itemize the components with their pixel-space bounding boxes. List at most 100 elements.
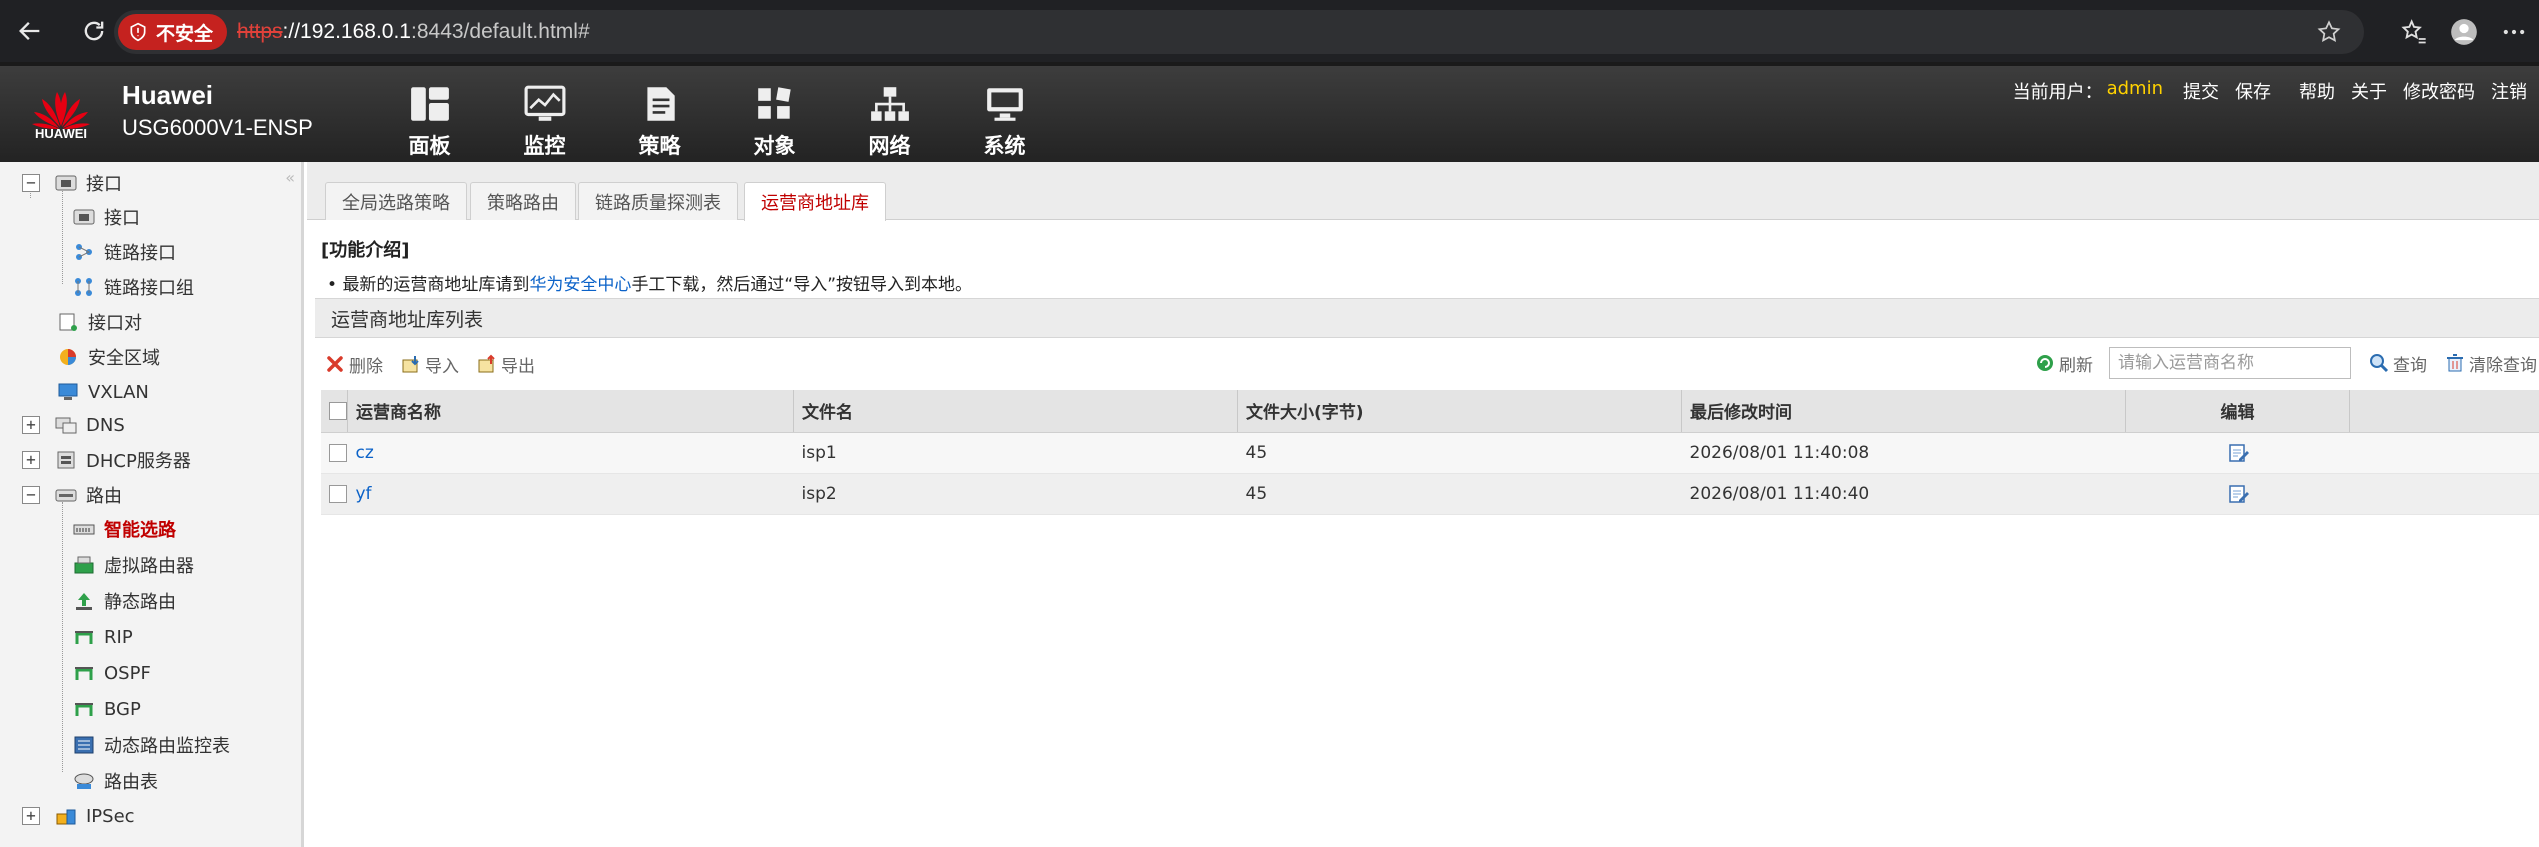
insecure-label: 不安全 bbox=[156, 22, 214, 45]
isp-name-link[interactable]: cz bbox=[356, 443, 374, 463]
back-button[interactable] bbox=[10, 11, 50, 51]
logo-text: HUAWEI bbox=[35, 126, 87, 141]
sidebar-item-route-table[interactable]: 路由表 bbox=[72, 764, 158, 798]
sidebar-item-label: 静态路由 bbox=[104, 592, 176, 613]
sidebar-item-bgp[interactable]: BGP bbox=[72, 692, 141, 726]
bookmark-star-icon[interactable] bbox=[2316, 19, 2342, 45]
url-host: ://192.168.0.1 bbox=[282, 20, 411, 43]
tab-isp-address-library[interactable]: 运营商地址库 bbox=[744, 182, 886, 221]
column-edit: 编辑 bbox=[2125, 390, 2350, 433]
nav-network[interactable]: 网络 bbox=[832, 84, 947, 160]
refresh-button[interactable]: 刷新 bbox=[2035, 351, 2093, 376]
table-header-row: 运营商名称 文件名 文件大小(字节) 最后修改时间 编辑 bbox=[321, 390, 2539, 433]
column-last-modified[interactable]: 最后修改时间 bbox=[1681, 390, 2126, 433]
isp-name-link[interactable]: yf bbox=[356, 484, 372, 504]
url-text[interactable]: https://192.168.0.1:8443/default.html# bbox=[237, 20, 590, 44]
column-file-name[interactable]: 文件名 bbox=[793, 390, 1238, 433]
url-scheme: https bbox=[237, 20, 283, 43]
select-all-checkbox[interactable] bbox=[329, 401, 347, 420]
sidebar-item-route-group[interactable]: − 路由 bbox=[22, 478, 122, 512]
reload-icon bbox=[84, 21, 104, 41]
huawei-security-center-link[interactable]: 华为安全中心 bbox=[529, 275, 631, 295]
sidebar-item-ospf[interactable]: OSPF bbox=[72, 656, 151, 690]
rip-icon bbox=[72, 626, 96, 648]
sidebar-item-static-route[interactable]: 静态路由 bbox=[72, 584, 176, 618]
change-password-link[interactable]: 修改密码 bbox=[2403, 78, 2475, 104]
nav-monitor[interactable]: 监控 bbox=[487, 84, 602, 160]
isp-address-table: 运营商名称 文件名 文件大小(字节) 最后修改时间 编辑 cz isp1 45 … bbox=[321, 390, 2539, 515]
sidebar-item-interface-group[interactable]: − 接口 bbox=[22, 166, 122, 200]
clear-query-button[interactable]: 清除查询 bbox=[2445, 351, 2537, 376]
save-link[interactable]: 保存 bbox=[2235, 78, 2271, 104]
edit-icon[interactable] bbox=[2227, 443, 2249, 463]
dashboard-icon bbox=[410, 87, 449, 121]
table-row[interactable]: yf isp2 45 2026/08/01 11:40:40 bbox=[321, 473, 2539, 515]
help-link[interactable]: 帮助 bbox=[2299, 78, 2335, 104]
row-select-cell bbox=[321, 432, 348, 474]
sidebar-item-virtual-router[interactable]: 虚拟路由器 bbox=[72, 548, 194, 582]
tab-policy-route[interactable]: 策略路由 bbox=[470, 182, 576, 220]
main-content: 全局选路策略 策略路由 链路质量探测表 运营商地址库 [功能介绍] • 最新的运… bbox=[307, 162, 2539, 847]
sidebar-item-rip[interactable]: RIP bbox=[72, 620, 133, 654]
nav-policy[interactable]: 策略 bbox=[602, 84, 717, 160]
file-size-cell: 45 bbox=[1237, 432, 1682, 474]
sidebar-item-label: 虚拟路由器 bbox=[104, 556, 194, 577]
delete-button[interactable]: 删除 bbox=[325, 352, 383, 377]
sidebar-item-label: DHCP服务器 bbox=[86, 451, 191, 472]
brand-name: Huawei bbox=[122, 80, 214, 110]
tab-link-quality-probe[interactable]: 链路质量探测表 bbox=[578, 182, 738, 220]
sidebar-item-link-interface-group[interactable]: 链路接口组 bbox=[72, 270, 194, 304]
submit-link[interactable]: 提交 bbox=[2183, 78, 2219, 104]
sidebar-item-interface-pair[interactable]: 接口对 bbox=[56, 305, 142, 339]
row-checkbox[interactable] bbox=[329, 443, 347, 462]
favorites-button[interactable] bbox=[2389, 10, 2439, 54]
nav-dashboard[interactable]: 面板 bbox=[372, 84, 487, 160]
expand-toggle-icon[interactable]: + bbox=[22, 416, 40, 434]
about-link[interactable]: 关于 bbox=[2351, 78, 2387, 104]
nav-object[interactable]: 对象 bbox=[717, 84, 832, 160]
expand-toggle-icon[interactable]: + bbox=[22, 451, 40, 469]
intro-title: [功能介绍] bbox=[321, 240, 410, 261]
nav-monitor-label: 监控 bbox=[523, 134, 566, 158]
sidebar-item-interface[interactable]: 接口 bbox=[72, 200, 140, 234]
export-button[interactable]: 导出 bbox=[477, 352, 535, 377]
reload-button[interactable] bbox=[74, 11, 114, 51]
sidebar-item-dhcp-server[interactable]: + DHCP服务器 bbox=[22, 443, 191, 477]
vxlan-icon bbox=[56, 381, 80, 403]
nav-policy-label: 策略 bbox=[638, 134, 681, 158]
nav-system-label: 系统 bbox=[983, 134, 1026, 158]
sidebar-item-dns[interactable]: + DNS bbox=[22, 408, 125, 442]
sidebar-item-dynamic-route-monitor[interactable]: 动态路由监控表 bbox=[72, 728, 230, 762]
tab-global-route-policy[interactable]: 全局选路策略 bbox=[325, 182, 467, 220]
isp-name-search-input[interactable] bbox=[2109, 347, 2351, 379]
profile-button[interactable] bbox=[2439, 10, 2489, 54]
sidebar-item-link-interface[interactable]: 链路接口 bbox=[72, 235, 176, 269]
address-bar[interactable]: 不安全 https://192.168.0.1:8443/default.htm… bbox=[114, 10, 2364, 54]
file-size-cell: 45 bbox=[1237, 473, 1682, 515]
sidebar: « − 接口 接口 链路接口 链路接口组 接口对 安全区域 VXLAN + DN… bbox=[0, 162, 304, 847]
import-button[interactable]: 导入 bbox=[401, 352, 459, 377]
logout-link[interactable]: 注销 bbox=[2491, 78, 2527, 104]
more-menu-button[interactable] bbox=[2489, 10, 2539, 54]
sidebar-item-security-zone[interactable]: 安全区域 bbox=[56, 340, 160, 374]
table-row[interactable]: cz isp1 45 2026/08/01 11:40:08 bbox=[321, 432, 2539, 474]
sidebar-item-ipsec[interactable]: + IPSec bbox=[22, 799, 135, 833]
query-button[interactable]: 查询 bbox=[2369, 351, 2427, 376]
nav-system[interactable]: 系统 bbox=[947, 84, 1062, 160]
sidebar-item-label: VXLAN bbox=[88, 381, 149, 403]
expand-toggle-icon[interactable]: + bbox=[22, 807, 40, 825]
sidebar-collapse-icon[interactable]: « bbox=[285, 168, 295, 187]
insecure-badge[interactable]: 不安全 bbox=[118, 14, 228, 50]
column-isp-name[interactable]: 运营商名称 bbox=[347, 390, 794, 433]
dynamic-route-monitor-icon bbox=[72, 734, 96, 756]
edit-icon[interactable] bbox=[2227, 484, 2249, 504]
sidebar-item-smart-routing[interactable]: 智能选路 bbox=[72, 512, 176, 546]
collapse-toggle-icon[interactable]: − bbox=[22, 174, 40, 192]
sidebar-item-vxlan[interactable]: VXLAN bbox=[56, 375, 149, 409]
last-modified-cell: 2026/08/01 11:40:08 bbox=[1681, 432, 2126, 474]
collapse-toggle-icon[interactable]: − bbox=[22, 486, 40, 504]
row-checkbox[interactable] bbox=[329, 484, 347, 503]
column-file-size[interactable]: 文件大小(字节) bbox=[1237, 390, 1682, 433]
import-label: 导入 bbox=[425, 356, 459, 377]
sidebar-item-label: 动态路由监控表 bbox=[104, 736, 230, 757]
